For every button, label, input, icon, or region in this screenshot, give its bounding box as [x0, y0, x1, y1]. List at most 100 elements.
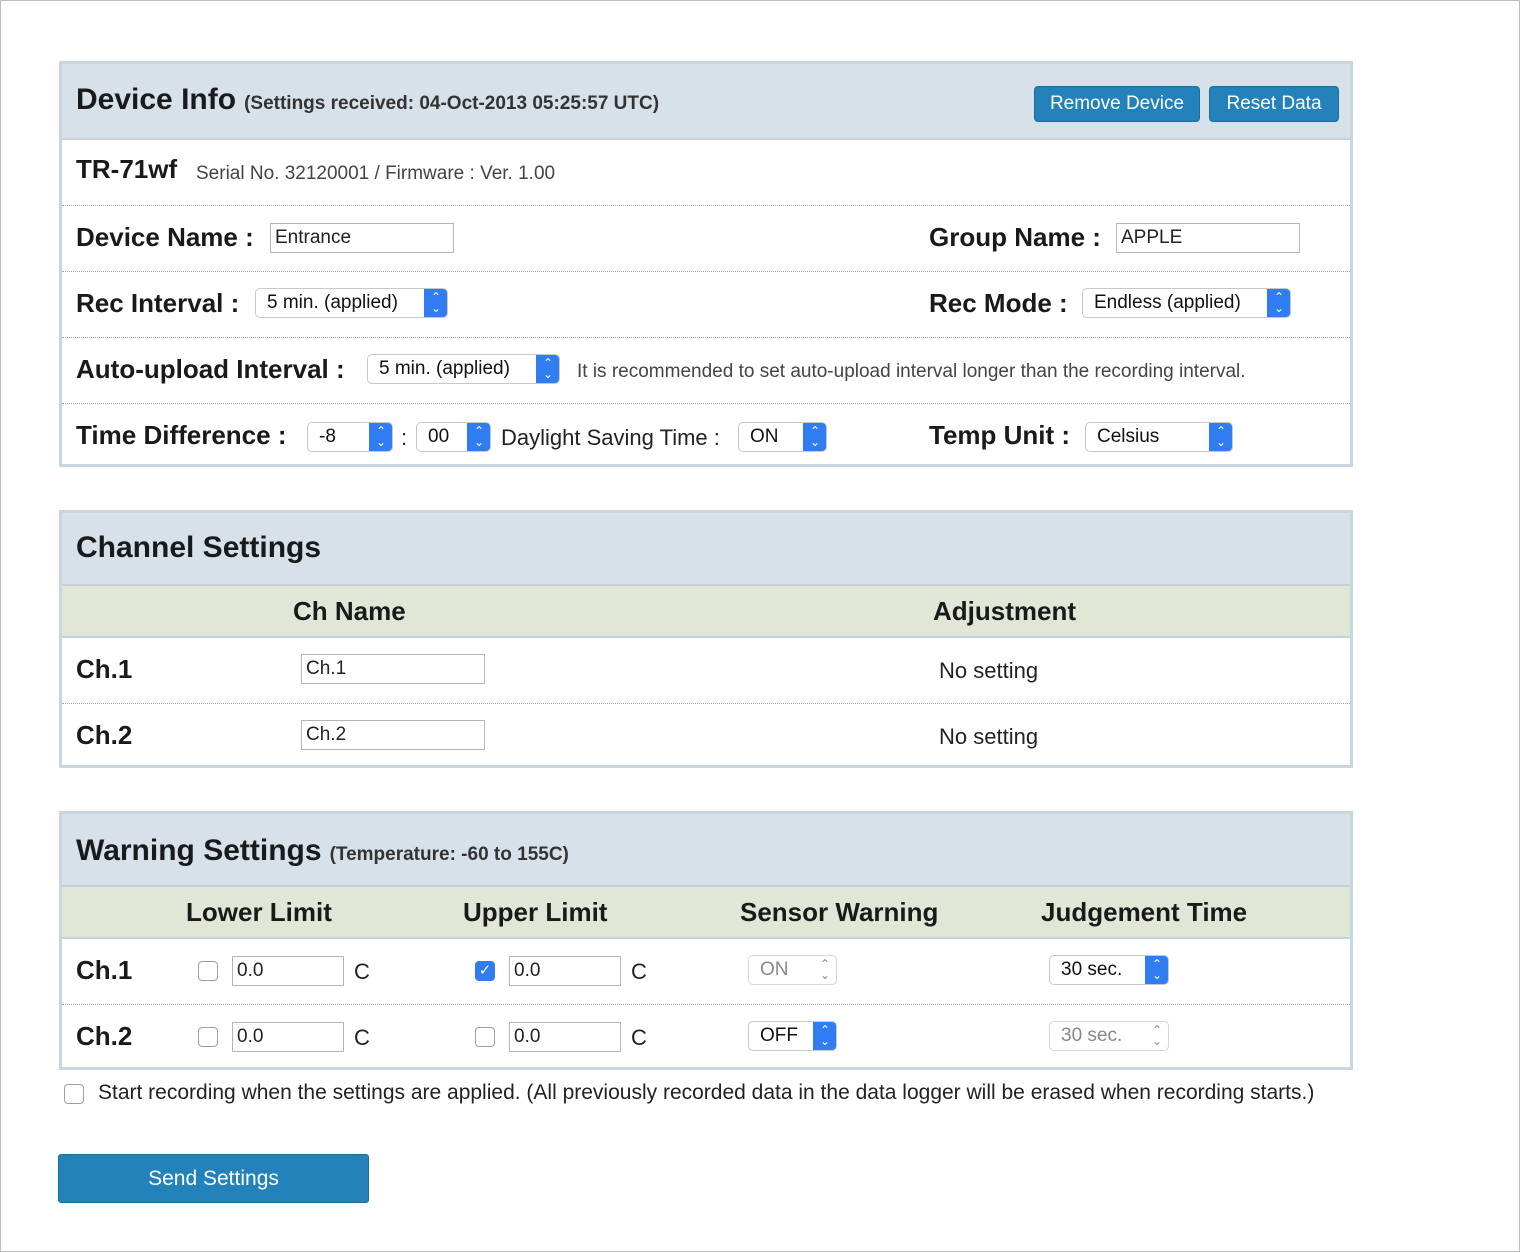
- warning-settings-title: Warning Settings (Temperature: -60 to 155…: [76, 834, 569, 867]
- warning-settings-header: Warning Settings (Temperature: -60 to 155…: [62, 814, 1350, 887]
- dst-label: Daylight Saving Time :: [501, 425, 720, 450]
- group-name-input[interactable]: APPLE: [1116, 223, 1300, 253]
- time-diff-hours-select[interactable]: -8 ⌃ ⌄: [307, 422, 393, 452]
- device-info-subtitle: (Settings received: 04-Oct-2013 05:25:57…: [244, 93, 660, 114]
- time-diff-minutes-value: 00: [428, 426, 450, 447]
- col-lower-limit: Lower Limit: [186, 897, 332, 927]
- lower-unit: C: [354, 1025, 370, 1050]
- rec-mode-value: Endless (applied): [1094, 292, 1241, 313]
- temp-unit-select[interactable]: Celsius ⌃ ⌄: [1085, 422, 1233, 452]
- lower-unit: C: [354, 959, 370, 984]
- channel-label: Ch.1: [76, 654, 133, 684]
- chevron-updown-icon: ⌃ ⌄: [813, 1022, 836, 1050]
- channel-label: Ch.2: [76, 720, 133, 750]
- upper-limit-checkbox[interactable]: [475, 1027, 495, 1047]
- chevron-updown-icon: ⌃ ⌄: [536, 355, 559, 383]
- group-name-label: Group Name :: [929, 222, 1101, 252]
- device-info-title: Device Info (Settings received: 04-Oct-20…: [76, 83, 660, 116]
- device-info-panel: Device Info (Settings received: 04-Oct-20…: [59, 61, 1353, 467]
- chevron-updown-icon: ⌃ ⌄: [1151, 1023, 1163, 1048]
- chevron-updown-icon: ⌃ ⌄: [803, 423, 826, 451]
- auto-upload-row: Auto-upload Interval : 5 min. (applied) …: [62, 338, 1350, 404]
- rec-mode-label: Rec Mode :: [929, 288, 1068, 318]
- temp-unit-value: Celsius: [1097, 426, 1160, 447]
- rec-interval-value: 5 min. (applied): [267, 292, 398, 313]
- chevron-updown-icon: ⌃ ⌄: [369, 423, 392, 451]
- sensor-warning-select[interactable]: ON ⌃ ⌄: [748, 955, 837, 985]
- serial-firmware: Serial No. 32120001 / Firmware : Ver. 1.…: [196, 163, 556, 184]
- start-recording-checkbox[interactable]: [64, 1084, 84, 1104]
- upper-unit: C: [631, 1025, 647, 1050]
- sensor-warning-value: ON: [760, 959, 789, 980]
- send-settings-button[interactable]: Send Settings: [58, 1154, 369, 1203]
- rec-interval-label: Rec Interval :: [76, 288, 240, 318]
- chevron-updown-icon: ⌃ ⌄: [1267, 289, 1290, 317]
- chevron-updown-icon: ⌃ ⌄: [467, 423, 490, 451]
- warning-settings-subtitle: (Temperature: -60 to 155C): [329, 844, 569, 865]
- temp-unit-label: Temp Unit :: [929, 420, 1071, 450]
- device-name-input[interactable]: Entrance: [270, 223, 454, 253]
- col-adjustment: Adjustment: [933, 596, 1076, 626]
- auto-upload-select[interactable]: 5 min. (applied) ⌃ ⌄: [367, 354, 560, 384]
- rec-interval-select[interactable]: 5 min. (applied) ⌃ ⌄: [255, 288, 448, 318]
- chevron-updown-icon: ⌃ ⌄: [424, 289, 447, 317]
- rec-interval-row: Rec Interval : 5 min. (applied) ⌃ ⌄ Rec M…: [62, 272, 1350, 338]
- dst-value: ON: [750, 426, 779, 447]
- reset-data-button[interactable]: Reset Data: [1209, 86, 1339, 122]
- chevron-updown-icon: ⌃ ⌄: [1209, 423, 1232, 451]
- device-name-label: Device Name :: [76, 222, 254, 252]
- channel-adjustment: No setting: [939, 724, 1039, 749]
- lower-limit-checkbox[interactable]: [198, 1027, 218, 1047]
- time-diff-hours-value: -8: [319, 426, 336, 447]
- judgement-time-select[interactable]: 30 sec. ⌃ ⌄: [1049, 955, 1169, 985]
- chevron-updown-icon: ⌃ ⌄: [1145, 956, 1168, 984]
- lower-limit-input[interactable]: 0.0: [232, 956, 344, 986]
- device-name-row: Device Name : Entrance Group Name : APPL…: [62, 206, 1350, 272]
- warning-row-ch1: Ch.1 0.0 C ✓ 0.0 C ON ⌃ ⌄ 30 sec. ⌃ ⌄: [62, 939, 1350, 1005]
- device-model: TR-71wf: [76, 154, 178, 184]
- channel-settings-panel: Channel Settings Ch Name Adjustment Ch.1…: [59, 510, 1353, 768]
- judgement-time-select[interactable]: 30 sec. ⌃ ⌄: [1049, 1021, 1169, 1051]
- channel-row: Ch.1 Ch.1 No setting: [62, 638, 1350, 704]
- channel-adjustment: No setting: [939, 658, 1039, 683]
- warning-row-ch2: Ch.2 0.0 C 0.0 C OFF ⌃ ⌄ 30 sec. ⌃ ⌄: [62, 1005, 1350, 1071]
- time-difference-label: Time Difference :: [76, 420, 287, 450]
- time-difference-row: Time Difference : -8 ⌃ ⌄ : 00 ⌃ ⌄ Daylight…: [62, 404, 1350, 470]
- channel-settings-title: Channel Settings: [76, 531, 322, 564]
- channel-name-input[interactable]: Ch.1: [301, 654, 485, 684]
- auto-upload-note: It is recommended to set auto-upload int…: [577, 361, 1246, 382]
- channel-label: Ch.2: [76, 1021, 133, 1051]
- time-diff-minutes-select[interactable]: 00 ⌃ ⌄: [416, 422, 491, 452]
- col-upper-limit: Upper Limit: [463, 897, 608, 927]
- time-diff-separator: :: [401, 425, 408, 450]
- channel-settings-header: Channel Settings: [62, 513, 1350, 586]
- col-ch-name: Ch Name: [293, 596, 406, 626]
- chevron-updown-icon: ⌃ ⌄: [819, 957, 831, 982]
- warning-table-header: Lower Limit Upper Limit Sensor Warning J…: [62, 887, 1350, 939]
- rec-mode-select[interactable]: Endless (applied) ⌃ ⌄: [1082, 288, 1291, 318]
- sensor-warning-select[interactable]: OFF ⌃ ⌄: [748, 1021, 837, 1051]
- judgement-time-value: 30 sec.: [1061, 959, 1123, 980]
- col-sensor-warning: Sensor Warning: [740, 897, 939, 927]
- channel-row: Ch.2 Ch.2 No setting: [62, 704, 1350, 770]
- lower-limit-input[interactable]: 0.0: [232, 1022, 344, 1052]
- channel-table-header: Ch Name Adjustment: [62, 586, 1350, 638]
- upper-limit-checkbox[interactable]: ✓: [475, 961, 495, 981]
- col-judgement-time: Judgement Time: [1041, 897, 1248, 927]
- auto-upload-label: Auto-upload Interval :: [76, 354, 345, 384]
- sensor-warning-value: OFF: [760, 1025, 798, 1046]
- upper-unit: C: [631, 959, 647, 984]
- device-info-header: Device Info (Settings received: 04-Oct-20…: [62, 64, 1350, 140]
- lower-limit-checkbox[interactable]: [198, 961, 218, 981]
- remove-device-button[interactable]: Remove Device: [1034, 86, 1200, 122]
- channel-name-input[interactable]: Ch.2: [301, 720, 485, 750]
- device-model-row: TR-71wf Serial No. 32120001 / Firmware :…: [62, 140, 1350, 206]
- judgement-time-value: 30 sec.: [1061, 1025, 1123, 1046]
- upper-limit-input[interactable]: 0.0: [509, 1022, 621, 1052]
- channel-label: Ch.1: [76, 955, 133, 985]
- upper-limit-input[interactable]: 0.0: [509, 956, 621, 986]
- checkmark-icon: ✓: [478, 962, 492, 979]
- dst-select[interactable]: ON ⌃ ⌄: [738, 422, 827, 452]
- warning-settings-panel: Warning Settings (Temperature: -60 to 155…: [59, 811, 1353, 1070]
- start-recording-label: Start recording when the settings are ap…: [98, 1081, 1315, 1104]
